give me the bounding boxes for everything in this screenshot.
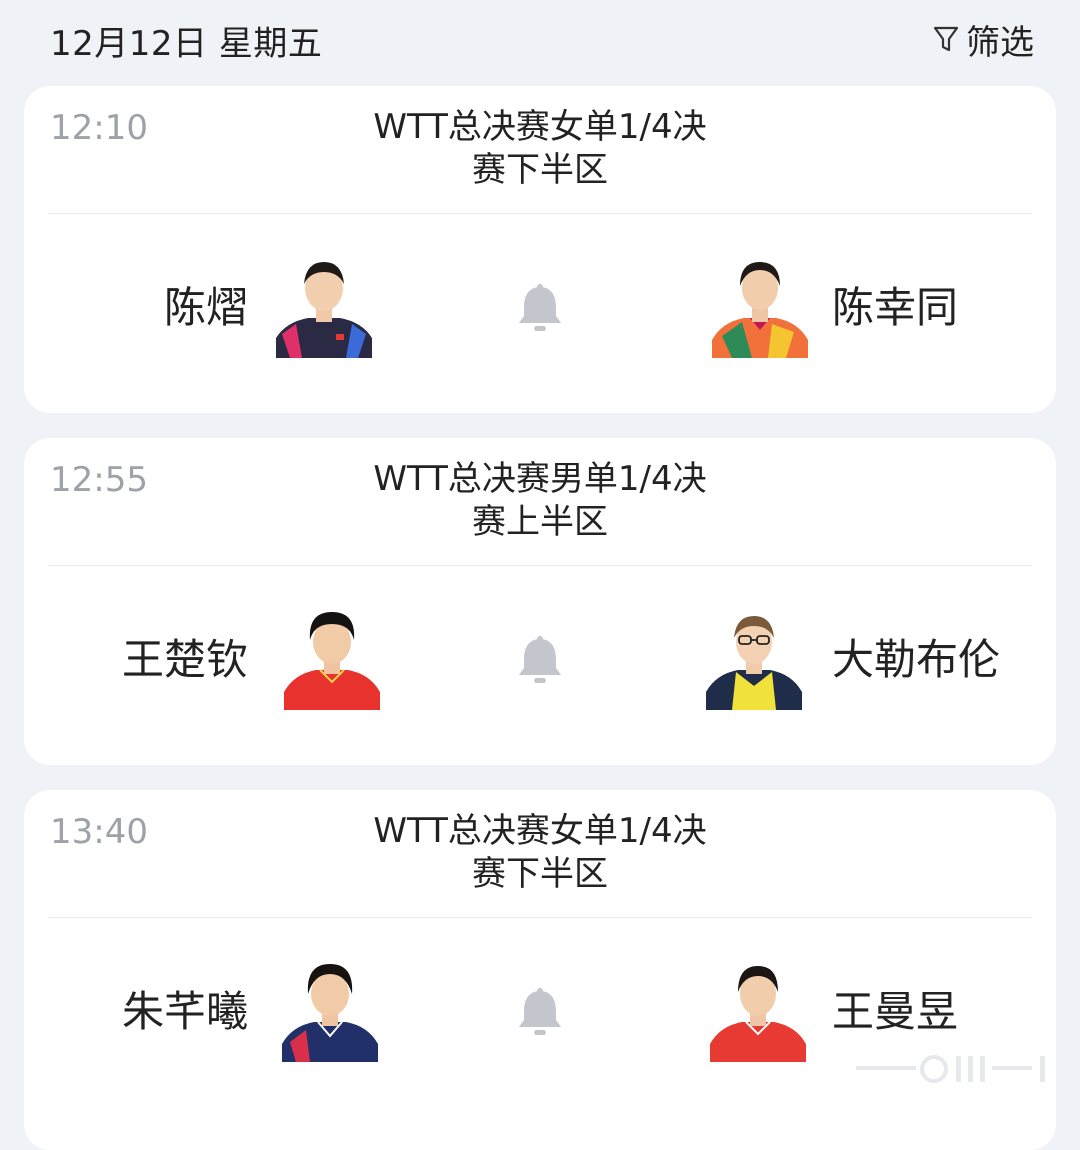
player-left-avatar[interactable] bbox=[276, 258, 372, 358]
match-title-line2: 赛上半区 bbox=[472, 502, 608, 542]
player-left-name[interactable]: 朱芊曦 bbox=[122, 986, 248, 1038]
match-title-line2: 赛下半区 bbox=[472, 854, 608, 894]
player-right-name[interactable]: 王曼昱 bbox=[832, 986, 958, 1038]
divider bbox=[48, 213, 1032, 214]
filter-label: 筛选 bbox=[966, 22, 1034, 63]
watermark-logo bbox=[856, 1055, 1045, 1083]
player-right-avatar[interactable] bbox=[706, 610, 802, 710]
match-title: WTT总决赛女单1/4决 赛下半区 bbox=[340, 810, 740, 896]
match-card[interactable]: 13:40 WTT总决赛女单1/4决 赛下半区 朱芊曦 王曼昱 bbox=[24, 790, 1056, 1150]
match-title-line1: WTT总决赛女单1/4决 bbox=[373, 107, 707, 147]
match-title-line2: 赛下半区 bbox=[472, 150, 608, 190]
bell-icon[interactable] bbox=[516, 634, 564, 686]
funnel-icon bbox=[933, 26, 959, 52]
divider bbox=[48, 917, 1032, 918]
player-right-avatar[interactable] bbox=[710, 962, 806, 1062]
date-label: 12月12日 星期五 bbox=[50, 24, 323, 64]
match-title-line1: WTT总决赛男单1/4决 bbox=[373, 459, 707, 499]
match-title-line1: WTT总决赛女单1/4决 bbox=[373, 811, 707, 851]
match-title: WTT总决赛男单1/4决 赛上半区 bbox=[340, 458, 740, 544]
divider bbox=[48, 565, 1032, 566]
match-time: 12:55 bbox=[50, 460, 148, 500]
match-card[interactable]: 12:55 WTT总决赛男单1/4决 赛上半区 王楚钦 大勒布伦 bbox=[24, 438, 1056, 765]
match-card[interactable]: 12:10 WTT总决赛女单1/4决 赛下半区 陈熠 陈幸同 bbox=[24, 86, 1056, 413]
player-left-name[interactable]: 王楚钦 bbox=[122, 634, 248, 686]
player-left-avatar[interactable] bbox=[284, 610, 380, 710]
filter-button[interactable]: 筛选 bbox=[932, 14, 1034, 64]
player-left-name[interactable]: 陈熠 bbox=[164, 282, 248, 334]
player-right-avatar[interactable] bbox=[712, 258, 808, 358]
bell-icon[interactable] bbox=[516, 282, 564, 334]
match-title: WTT总决赛女单1/4决 赛下半区 bbox=[340, 106, 740, 192]
player-right-name[interactable]: 大勒布伦 bbox=[832, 634, 1000, 686]
match-time: 13:40 bbox=[50, 812, 148, 852]
match-time: 12:10 bbox=[50, 108, 148, 148]
player-right-name[interactable]: 陈幸同 bbox=[832, 282, 958, 334]
top-bar: 12月12日 星期五 筛选 bbox=[0, 0, 1080, 80]
bell-icon[interactable] bbox=[516, 986, 564, 1038]
player-left-avatar[interactable] bbox=[282, 962, 378, 1062]
